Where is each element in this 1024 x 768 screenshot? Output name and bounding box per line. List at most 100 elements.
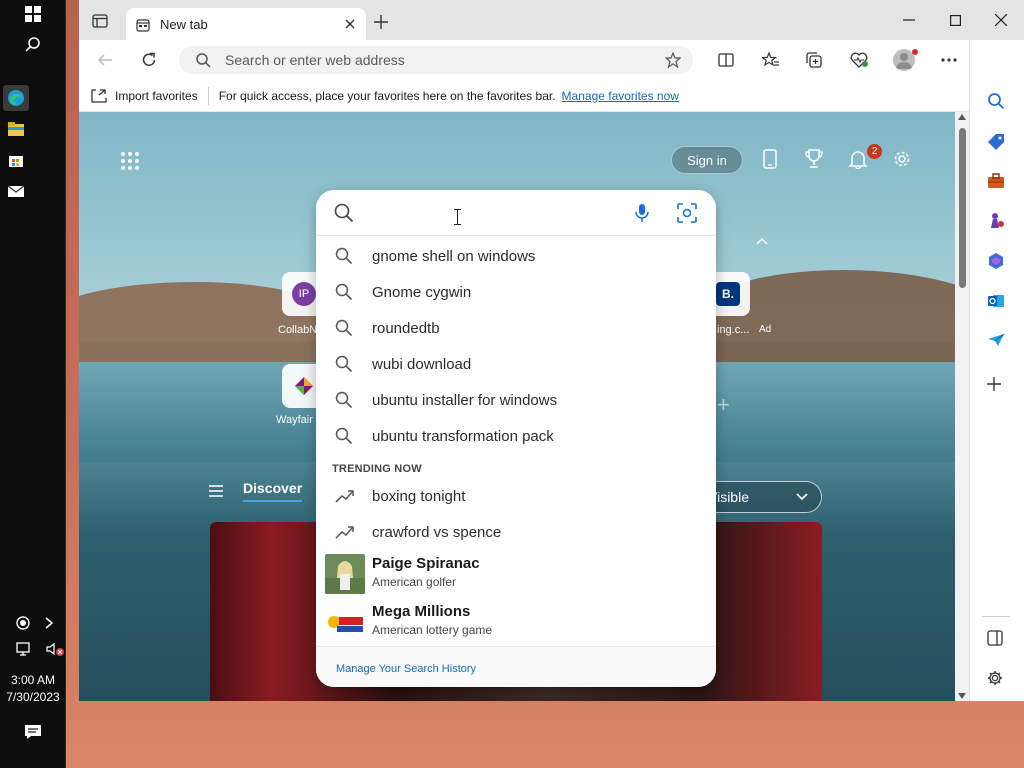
sidebar-tools-button[interactable] — [987, 173, 1005, 189]
back-arrow-icon — [97, 54, 112, 66]
collapse-quick-links-button[interactable] — [755, 236, 769, 246]
mobile-button[interactable] — [763, 149, 777, 169]
text-cursor-cap — [454, 224, 461, 225]
network-icon[interactable] — [16, 642, 32, 656]
title-bar: New tab — [79, 0, 1024, 41]
browser-essentials-button[interactable] — [850, 52, 868, 68]
collections-button[interactable] — [806, 52, 822, 68]
start-button[interactable] — [0, 6, 66, 22]
address-bar[interactable] — [179, 46, 693, 74]
sidebar-add-button[interactable] — [987, 377, 1001, 391]
manage-favorites-link[interactable]: Manage favorites now — [562, 89, 679, 103]
entity-thumbnail — [325, 602, 365, 642]
taskbar-edge-app[interactable] — [3, 85, 29, 111]
star-icon — [665, 52, 681, 68]
sidebar-search-button[interactable] — [987, 92, 1005, 110]
manage-search-history-link[interactable]: Manage Your Search History — [336, 663, 476, 675]
taskbar-clock[interactable]: 3:00 AM 7/30/2023 — [0, 672, 66, 706]
sign-in-button[interactable]: Sign in — [671, 146, 743, 174]
sidebar-settings-button[interactable] — [987, 670, 1003, 686]
search-suggestion[interactable]: roundedtb — [316, 310, 716, 346]
rewards-button[interactable] — [805, 149, 823, 169]
close-window-button[interactable] — [978, 0, 1024, 40]
sidebar-hide-button[interactable] — [987, 630, 1003, 646]
import-favorites-button[interactable]: Import favorites — [91, 86, 209, 105]
search-icon — [335, 319, 353, 337]
sidebar-games-button[interactable] — [987, 212, 1005, 230]
person-photo-icon — [325, 554, 365, 594]
quick-link-label: Wayfair — [276, 414, 313, 426]
app-launcher-button[interactable] — [120, 151, 140, 171]
notification-center-button[interactable] — [24, 724, 42, 740]
tray-row-top — [16, 616, 54, 630]
scrollbar-thumb[interactable] — [959, 128, 966, 288]
record-icon[interactable] — [16, 616, 30, 630]
phone-icon — [763, 149, 777, 169]
heart-pulse-icon — [850, 52, 868, 68]
maximize-button[interactable] — [932, 0, 978, 40]
search-suggestion[interactable]: Gnome cygwin — [316, 274, 716, 310]
tab-actions-button[interactable] — [92, 14, 108, 28]
quick-link-badge: IP — [292, 282, 316, 306]
toolbar — [79, 40, 1024, 80]
voice-search-button[interactable] — [634, 203, 650, 223]
back-button[interactable] — [97, 52, 113, 68]
taskbar-store[interactable] — [3, 147, 29, 173]
volume-muted-icon[interactable] — [46, 642, 64, 656]
search-suggestion[interactable]: ubuntu installer for windows — [316, 382, 716, 418]
menu-icon[interactable] — [209, 485, 223, 497]
mail-icon — [8, 185, 24, 197]
suggestion-text: ubuntu installer for windows — [372, 392, 558, 409]
toolbox-icon — [988, 173, 1004, 188]
entity-suggestion[interactable]: Mega Millions American lottery game — [316, 598, 716, 646]
suggestion-text: roundedtb — [372, 320, 440, 337]
search-icon — [334, 203, 354, 223]
split-screen-icon — [718, 53, 734, 67]
page-settings-button[interactable] — [892, 149, 912, 169]
search-icon — [335, 427, 353, 445]
new-tab-button[interactable] — [374, 15, 388, 29]
settings-more-button[interactable] — [941, 58, 957, 62]
maximize-icon — [949, 14, 961, 26]
add-favorite-button[interactable] — [665, 52, 681, 68]
visual-search-button[interactable] — [677, 203, 697, 223]
split-screen-button[interactable] — [718, 52, 734, 68]
windows-taskbar: 3:00 AM 7/30/2023 — [0, 0, 66, 768]
taskbar-search-button[interactable] — [0, 36, 66, 54]
waffle-icon — [121, 152, 139, 170]
sidebar-drop-button[interactable] — [987, 333, 1005, 347]
more-icon — [941, 58, 957, 62]
search-suggestion[interactable]: ubuntu transformation pack — [316, 418, 716, 454]
notifications-button[interactable] — [848, 149, 868, 169]
search-input[interactable] — [370, 200, 670, 226]
taskbar-file-explorer[interactable] — [3, 116, 29, 142]
taskbar-mail[interactable] — [3, 178, 29, 204]
scroll-down-icon — [958, 693, 966, 699]
trending-suggestion[interactable]: boxing tonight — [316, 478, 716, 514]
search-suggestion[interactable]: wubi download — [316, 346, 716, 382]
entity-thumbnail — [325, 554, 365, 594]
tab-new-tab[interactable]: New tab — [126, 8, 366, 41]
refresh-button[interactable] — [141, 52, 157, 68]
search-box[interactable] — [316, 190, 716, 236]
trending-suggestion[interactable]: crawford vs spence — [316, 514, 716, 550]
collections-icon — [806, 52, 822, 68]
add-quick-link-icon[interactable]: + — [717, 392, 730, 418]
sidebar-outlook-button[interactable] — [987, 292, 1005, 310]
chevron-right-icon[interactable] — [44, 616, 54, 630]
search-icon — [988, 93, 1005, 110]
sidebar-microsoft365-button[interactable] — [987, 252, 1005, 270]
sidebar-shopping-button[interactable] — [987, 133, 1005, 151]
search-icon — [335, 283, 353, 301]
address-input[interactable] — [225, 52, 645, 68]
minimize-button[interactable] — [886, 0, 932, 40]
favorites-button[interactable] — [762, 52, 780, 68]
page-scrollbar[interactable] — [955, 112, 969, 701]
profile-status-dot — [912, 49, 918, 55]
search-suggestion[interactable]: gnome shell on windows — [316, 238, 716, 274]
entity-suggestion[interactable]: Paige Spiranac American golfer — [316, 550, 716, 598]
folder-icon — [8, 122, 24, 136]
feed-tab-discover[interactable]: Discover — [243, 480, 303, 502]
suggestion-text: wubi download — [372, 356, 472, 373]
tab-close-button[interactable] — [342, 16, 358, 32]
